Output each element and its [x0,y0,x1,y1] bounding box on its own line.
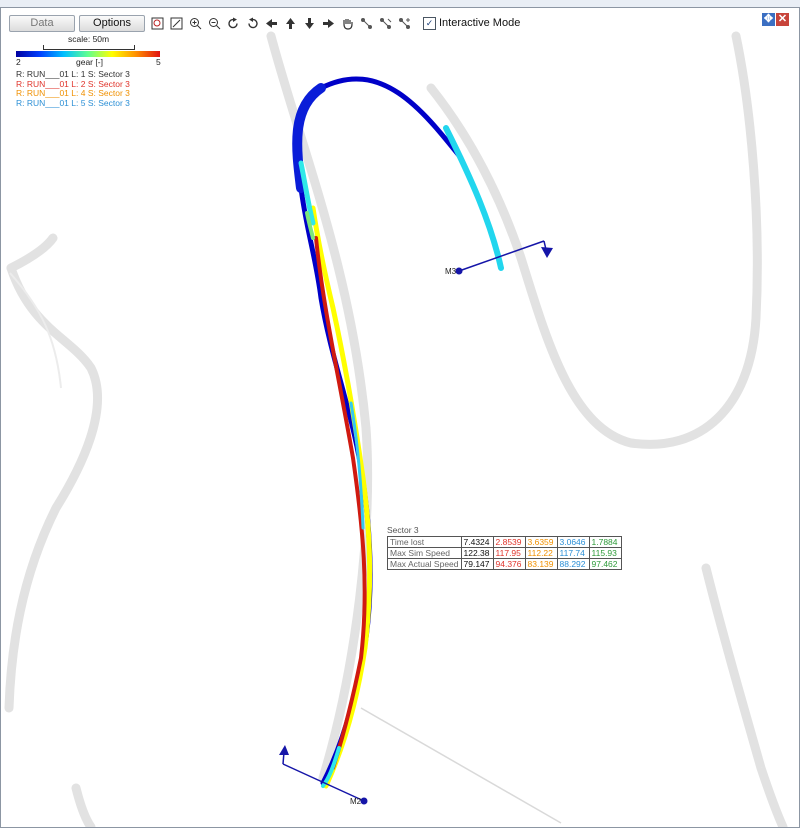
table-row: Max Sim Speed 122.38 117.95 112.22 117.7… [387,547,622,559]
racing-lines [292,76,504,789]
dock-icon[interactable]: ✥ [762,13,775,26]
table-cell: 97.462 [588,558,622,570]
table-cell: 7.4324 [460,536,494,548]
zoom-out-icon[interactable] [207,16,221,30]
hand-pan-icon[interactable] [340,16,354,30]
table-cell: 2.8539 [492,536,526,548]
pan-down-icon[interactable] [302,16,316,30]
pan-up-icon[interactable] [283,16,297,30]
interactive-mode-toggle[interactable]: ✓ Interactive Mode [423,16,521,30]
table-cell: 115.93 [588,547,622,559]
table-cell: 79.147 [460,558,494,570]
sector-stats-table: Time lost 7.4324 2.8539 3.6359 3.0646 1.… [387,536,622,570]
table-cell: 83.139 [524,558,558,570]
map-toolbar: Data Options ✓ Interactive Mode [9,14,520,32]
track-map-canvas[interactable]: M3 M2 [1,8,799,827]
rotate-cw-icon[interactable] [226,16,240,30]
pan-left-icon[interactable] [264,16,278,30]
table-cell: 117.95 [492,547,526,559]
table-row: Time lost 7.4324 2.8539 3.6359 3.0646 1.… [387,536,622,548]
rotate-ccw-icon[interactable] [245,16,259,30]
data-tab-button[interactable]: Data [9,14,75,32]
zoom-fit-icon[interactable] [169,16,183,30]
table-cell: 112.22 [524,547,558,559]
row-label: Max Actual Speed [387,558,462,570]
zoom-rect-icon[interactable] [150,16,164,30]
track-outline [4,31,788,827]
interactive-mode-checkbox[interactable]: ✓ [423,16,436,30]
select-toggle-icon[interactable] [397,16,411,30]
marker-m2-label: M2 [350,797,362,806]
interactive-mode-label: Interactive Mode [439,17,521,29]
sector-title: Sector 3 [387,525,419,535]
table-cell: 3.0646 [556,536,590,548]
gear-axis-label: gear [-] [76,57,103,67]
table-cell: 122.38 [460,547,494,559]
scale-bar [43,45,135,50]
run-entry[interactable]: R: RUN___01 L: 5 S: Sector 3 [16,98,130,109]
track-map-window: M3 M2 Data Options ✓ Interactive Mode ✥ … [0,7,800,828]
zoom-in-icon[interactable] [188,16,202,30]
scale-label: scale: 50m [68,34,110,44]
row-label: Max Sim Speed [387,547,462,559]
close-icon[interactable]: ✕ [776,13,789,26]
table-cell: 94.376 [492,558,526,570]
table-cell: 117.74 [556,547,590,559]
table-cell: 88.292 [556,558,590,570]
table-cell: 3.6359 [524,536,558,548]
run-list: R: RUN___01 L: 1 S: Sector 3 R: RUN___01… [16,69,130,109]
sector-stats-panel: Sector 3 Time lost 7.4324 2.8539 3.6359 … [387,525,622,570]
select-remove-icon[interactable] [378,16,392,30]
gear-max-label: 5 [156,57,161,67]
marker-m3-label: M3 [445,267,457,276]
options-tab-button[interactable]: Options [79,14,145,32]
window-controls: ✥ ✕ [761,13,789,26]
gear-min-label: 2 [16,57,21,67]
table-cell: 1.7884 [588,536,622,548]
select-add-icon[interactable] [359,16,373,30]
pan-right-icon[interactable] [321,16,335,30]
row-label: Time lost [387,536,462,548]
table-row: Max Actual Speed 79.147 94.376 83.139 88… [387,558,622,570]
